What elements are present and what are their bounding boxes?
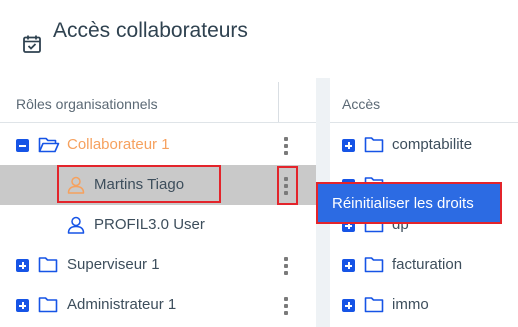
tree-row-label: PROFIL3.0 User — [94, 216, 205, 233]
reset-rights-menu-item[interactable]: Réinitialiser les droits — [316, 182, 502, 224]
row-menu-icon[interactable] — [284, 257, 289, 275]
access-column-header: Accès — [342, 96, 381, 112]
folder-icon — [364, 297, 384, 313]
row-menu-icon[interactable] — [284, 297, 289, 315]
folder-icon — [38, 257, 58, 273]
reset-rights-label: Réinitialiser les droits — [332, 195, 474, 212]
tree-row-collaborateur-1[interactable]: Collaborateur 1 — [0, 125, 316, 165]
folder-icon — [364, 257, 384, 273]
expand-icon[interactable] — [16, 299, 29, 312]
tree-row-label: Superviseur 1 — [67, 256, 160, 273]
access-row-comptabilite[interactable]: comptabilite — [330, 125, 518, 165]
tree-row-administrateur-1[interactable]: Administrateur 1 — [0, 285, 316, 325]
access-row-facturation[interactable]: facturation — [330, 245, 518, 285]
highlight-box-menu — [277, 166, 298, 205]
folder-icon — [38, 297, 58, 313]
access-row-label: comptabilite — [392, 136, 473, 153]
column-separator[interactable] — [278, 82, 279, 122]
user-icon — [67, 216, 85, 234]
folder-open-icon — [38, 137, 60, 153]
highlight-box-user — [57, 165, 221, 203]
expand-icon[interactable] — [342, 139, 355, 152]
folder-icon — [364, 137, 384, 153]
collapse-icon[interactable] — [16, 139, 29, 152]
access-row-label: facturation — [392, 256, 463, 273]
tree-row-label: Collaborateur 1 — [67, 136, 170, 153]
page-title: Accès collaborateurs — [53, 19, 248, 42]
expand-icon[interactable] — [342, 299, 355, 312]
tree-row-label: Administrateur 1 — [67, 296, 177, 313]
header-divider — [330, 122, 518, 123]
calendar-check-icon — [23, 35, 41, 53]
header-divider — [0, 122, 316, 123]
expand-icon[interactable] — [342, 259, 355, 272]
access-row-label: immo — [392, 296, 429, 313]
access-row-immo[interactable]: immo — [330, 285, 518, 325]
roles-column-header: Rôles organisationnels — [16, 96, 158, 112]
tree-row-superviseur-1[interactable]: Superviseur 1 — [0, 245, 316, 285]
tree-row-profil-user[interactable]: PROFIL3.0 User — [0, 205, 316, 245]
row-menu-icon[interactable] — [284, 137, 289, 155]
expand-icon[interactable] — [16, 259, 29, 272]
